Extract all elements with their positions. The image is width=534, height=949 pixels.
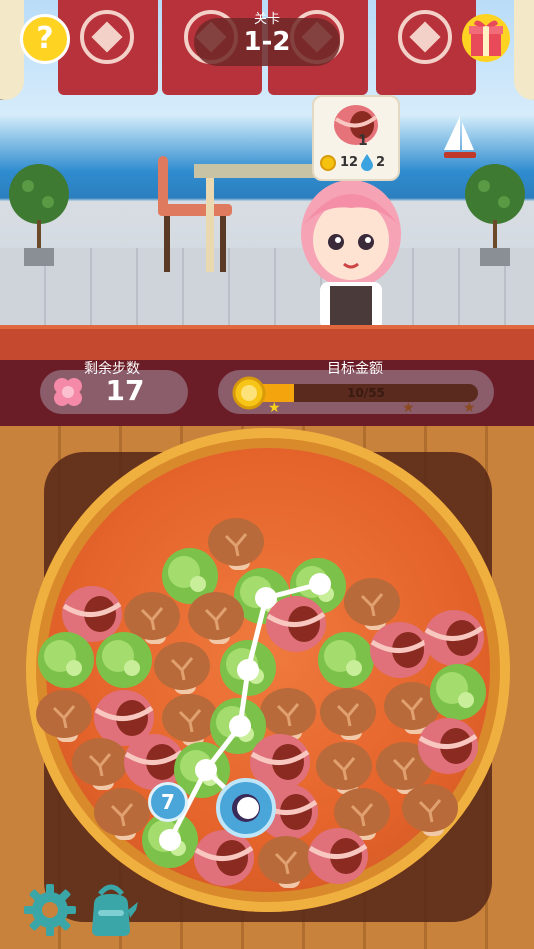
mushroom-piece[interactable] (154, 642, 210, 694)
order-count: 1 (358, 133, 368, 149)
mushroom-piece[interactable] (320, 688, 376, 740)
coin-icon (232, 376, 266, 410)
game-board[interactable] (26, 428, 510, 912)
order-bubble: 1 12 2 (312, 95, 400, 181)
moves-value: 17 (105, 374, 145, 407)
mushroom-piece[interactable] (162, 694, 218, 746)
question-icon: ? (36, 21, 54, 56)
coin-reward: 12 (340, 155, 359, 170)
mushroom-piece[interactable] (258, 836, 314, 888)
mushroom-piece[interactable] (188, 592, 244, 644)
hanging-banner (58, 0, 158, 95)
mushroom-piece[interactable] (208, 518, 264, 570)
chain-node (255, 587, 277, 609)
chain-count-badge: 7 (148, 782, 188, 822)
gift-icon[interactable] (460, 12, 512, 64)
kettle-icon[interactable] (84, 880, 138, 938)
bacon-roll-icon (334, 105, 378, 145)
lantern (0, 0, 24, 100)
chain-node (237, 659, 259, 681)
sailboat-icon (444, 116, 476, 158)
cabbage-piece[interactable] (430, 664, 486, 720)
chain-node (229, 715, 251, 737)
flower-icon (54, 378, 82, 406)
star-icon: ★ (268, 400, 281, 416)
mushroom-piece[interactable] (36, 690, 92, 742)
level-label: 关卡 (253, 12, 280, 27)
star-icon: ★ (402, 400, 415, 416)
gear-icon[interactable] (22, 882, 78, 938)
selected-piece[interactable] (216, 778, 276, 838)
bacon-roll-piece[interactable] (370, 622, 430, 678)
mushroom-piece[interactable] (402, 784, 458, 836)
mushroom-piece[interactable] (94, 788, 150, 840)
bacon-roll-piece[interactable] (418, 718, 478, 774)
potted-tree-icon (465, 164, 525, 266)
coin-icon (320, 155, 336, 171)
potted-tree-icon (9, 164, 69, 266)
star-icon: ★ (463, 400, 476, 416)
goal-progress-text: 10/55 (347, 386, 385, 400)
bacon-roll-piece[interactable] (266, 596, 326, 652)
mushroom-piece[interactable] (344, 578, 400, 630)
bacon-roll-piece[interactable] (308, 828, 368, 884)
help-button[interactable]: ? (20, 14, 70, 64)
bacon-roll-piece[interactable] (124, 734, 184, 790)
mushroom-piece[interactable] (72, 738, 128, 790)
customer-avatar (301, 180, 401, 330)
chain-node (159, 829, 181, 851)
level-value: 1-2 (243, 27, 291, 57)
water-drop-icon (361, 154, 373, 171)
bacon-roll-piece[interactable] (194, 830, 254, 886)
level-indicator: 关卡 1-2 (194, 12, 340, 66)
cabbage-piece[interactable] (38, 632, 94, 688)
water-reward: 2 (376, 155, 386, 170)
chain-node (195, 759, 217, 781)
chain-node (309, 573, 331, 595)
goal-label: 目标金额 (327, 361, 383, 377)
cabbage-piece[interactable] (96, 632, 152, 688)
bacon-roll-piece[interactable] (424, 610, 484, 666)
cabbage-piece[interactable] (318, 632, 374, 688)
lantern (514, 0, 534, 100)
mushroom-piece[interactable] (316, 742, 372, 794)
mushroom-piece[interactable] (260, 688, 316, 740)
